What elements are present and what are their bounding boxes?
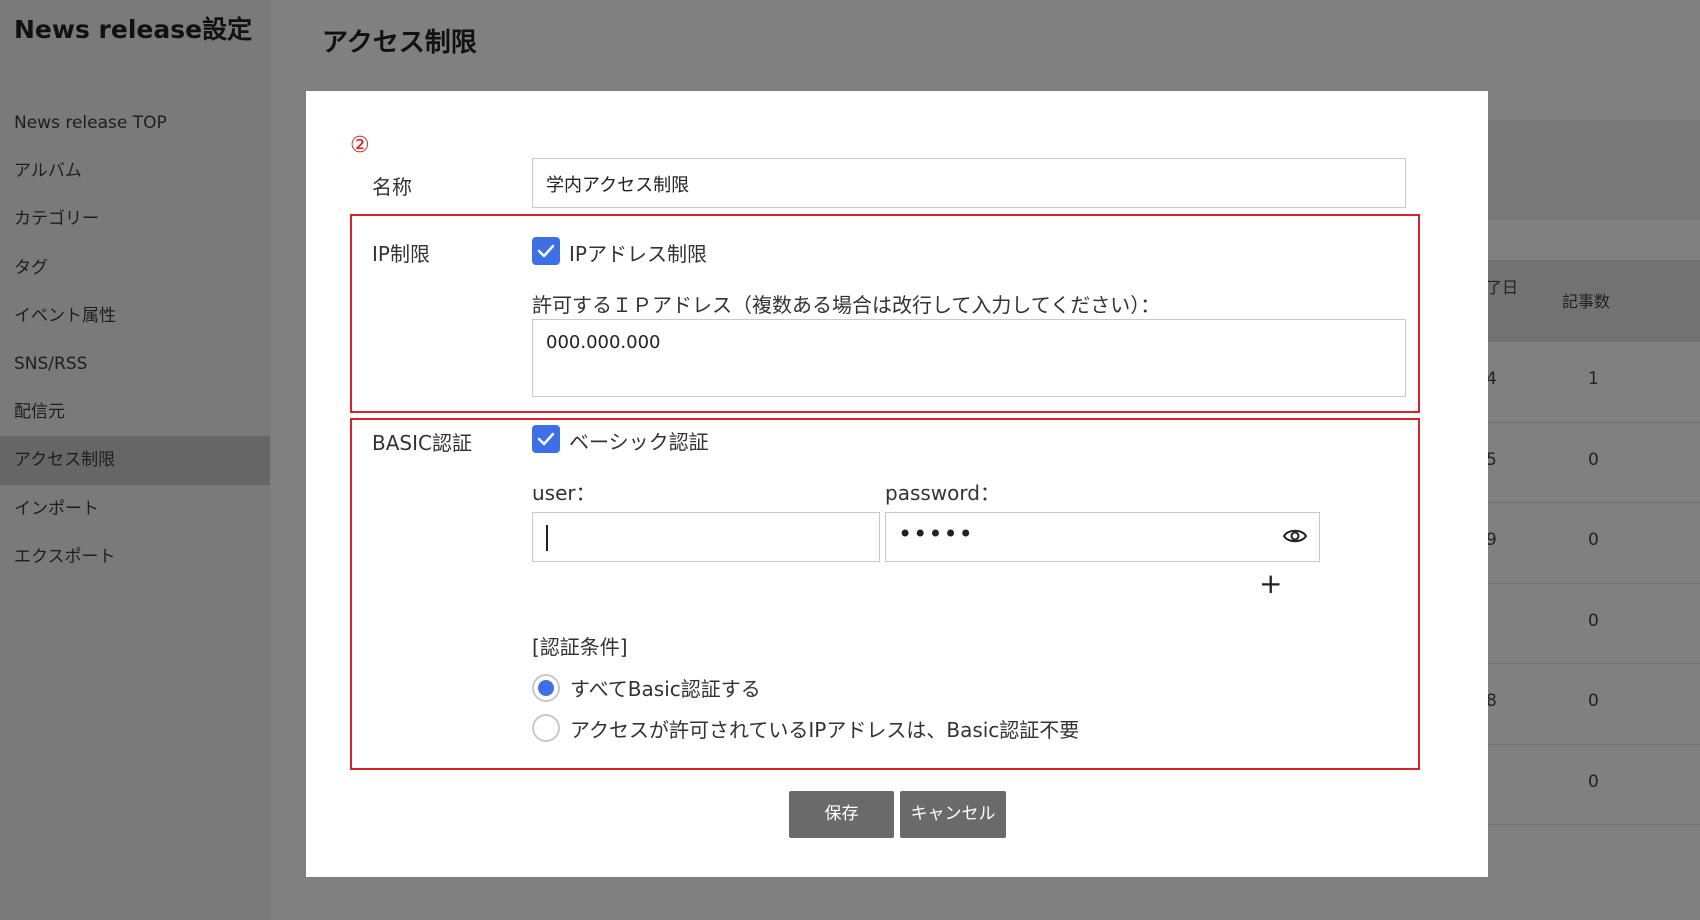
radio-all-basic-auth-label: すべてBasic認証する [570,677,761,701]
password-input[interactable]: ••••• [885,512,1320,562]
table-row[interactable]: 41 [1486,342,1700,423]
ip-restriction-checkbox[interactable] [532,237,560,265]
allowed-ip-label: 許可するＩＰアドレス（複数ある場合は改行して入力してください）： [532,293,1161,317]
cell-count: 0 [1588,449,1599,470]
basic-auth-checkbox-label: ベーシック認証 [569,430,709,454]
cell-count: 0 [1588,530,1599,550]
column-header-article-count: 記事数 [1562,292,1611,311]
sidebar-item-import[interactable]: インポート [0,485,270,533]
auth-condition-label: [認証条件] [532,635,628,659]
sidebar-nav: News release TOP アルバム カテゴリー タグ イベント属性 SN… [0,99,270,581]
background-panel [1486,120,1700,220]
table-header: 了日 記事数 [1486,260,1700,342]
page-title: アクセス制限 [322,28,477,58]
table-row[interactable]: 0 [1486,584,1700,664]
column-header-date: 了日 [1486,278,1519,297]
background-table: 了日 記事数 41 50 90 0 80 0 [1486,260,1700,825]
cell-count: 0 [1588,610,1599,631]
sidebar: News release設定 News release TOP アルバム カテゴ… [0,0,270,920]
text-cursor [546,525,548,551]
cancel-button[interactable]: キャンセル [900,791,1006,838]
sidebar-item-news-release-top[interactable]: News release TOP [0,99,270,147]
radio-ip-allowed-no-basic-label: アクセスが許可されているIPアドレスは、Basic認証不要 [570,718,1080,742]
app-title: News release設定 [14,15,253,44]
table-row[interactable]: 50 [1486,423,1700,503]
check-icon [537,244,555,258]
user-label: user： [532,481,596,505]
plus-icon[interactable]: + [1259,567,1282,600]
sidebar-item-distributor[interactable]: 配信元 [0,388,270,436]
cell-count: 1 [1588,369,1599,389]
sidebar-item-event-attribute[interactable]: イベント属性 [0,292,270,340]
step-marker: ② [350,133,370,158]
name-label: 名称 [372,175,412,199]
password-mask: ••••• [898,520,974,548]
sidebar-item-sns-rss[interactable]: SNS/RSS [0,340,270,388]
sidebar-item-export[interactable]: エクスポート [0,533,270,581]
check-icon [537,432,555,446]
basic-auth-label: BASIC認証 [372,431,472,455]
save-button[interactable]: 保存 [789,791,894,838]
cell-count: 0 [1588,771,1599,792]
ip-restriction-label: IP制限 [372,242,430,266]
radio-ip-allowed-no-basic[interactable] [532,714,560,742]
table-row[interactable]: 80 [1486,664,1700,745]
name-input[interactable]: 学内アクセス制限 [532,158,1406,208]
table-row[interactable]: 0 [1486,745,1700,825]
cell-count: 0 [1588,691,1599,711]
sidebar-item-category[interactable]: カテゴリー [0,195,270,243]
user-input[interactable] [532,512,880,562]
allowed-ip-textarea[interactable]: 000.000.000 [532,319,1406,397]
eye-icon[interactable] [1282,526,1308,550]
sidebar-item-access-restriction[interactable]: アクセス制限 [0,436,270,485]
sidebar-item-tag[interactable]: タグ [0,244,270,292]
sidebar-item-album[interactable]: アルバム [0,147,270,195]
basic-auth-checkbox[interactable] [532,425,560,453]
ip-restriction-checkbox-label: IPアドレス制限 [569,242,707,266]
allowed-ip-value: 000.000.000 [546,332,661,353]
password-label: password： [885,481,1000,505]
table-row[interactable]: 90 [1486,503,1700,584]
name-input-value: 学内アクセス制限 [546,175,690,196]
access-restriction-modal: ② 名称 学内アクセス制限 IP制限 IPアドレス制限 許可するＩＰアドレス（複… [306,91,1488,877]
radio-all-basic-auth[interactable] [532,674,560,702]
